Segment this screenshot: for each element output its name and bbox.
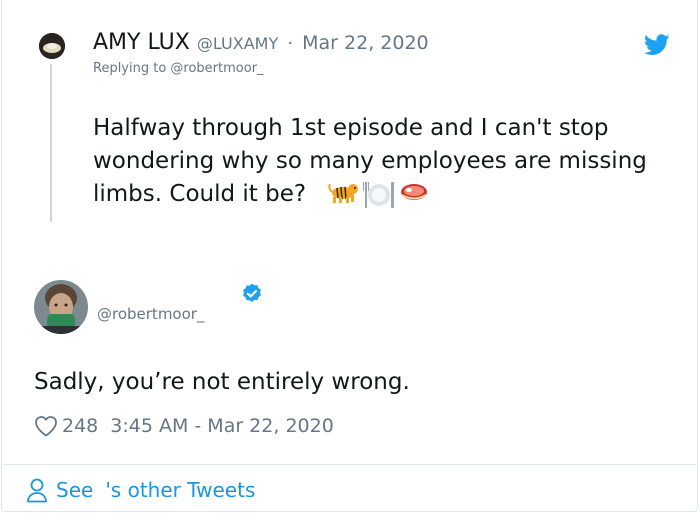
like-count[interactable]: 248	[62, 415, 98, 437]
person-icon	[27, 478, 47, 503]
reply-handle[interactable]: @LUXAMY	[197, 34, 278, 53]
see-label[interactable]: See	[56, 478, 93, 502]
reply-date[interactable]: Mar 22, 2020	[302, 32, 429, 54]
main-author-avatar[interactable]	[34, 280, 88, 334]
footer-divider	[3, 464, 696, 465]
fork-knife-plate-emoji	[363, 181, 395, 208]
reply-separator: ·	[287, 33, 294, 54]
tweet-embed-card: AMY LUX @LUXAMY · Mar 22, 2020 Replying …	[1, 0, 698, 512]
see-other-tweets-link[interactable]: See 's other Tweets	[26, 476, 255, 504]
tweet-timestamp[interactable]: 3:45 AM - Mar 22, 2020	[110, 415, 334, 437]
emoji-group	[327, 180, 429, 210]
reply-author-avatar[interactable]	[39, 33, 65, 59]
replying-to-label[interactable]: Replying to @robertmoor_	[93, 61, 264, 76]
main-handle[interactable]: @robertmoor_	[97, 305, 204, 323]
tiger-emoji	[328, 183, 359, 203]
main-tweet-text: Sadly, you’re not entirely wrong.	[34, 369, 410, 395]
heart-icon[interactable]	[34, 415, 58, 437]
reply-display-name[interactable]: AMY LUX	[93, 30, 190, 55]
twitter-bird-icon[interactable]	[644, 34, 670, 56]
reply-header: AMY LUX @LUXAMY · Mar 22, 2020	[93, 30, 429, 55]
tweet-meta: 248 3:45 AM - Mar 22, 2020	[34, 413, 334, 439]
other-tweets-label[interactable]: 's other Tweets	[105, 478, 255, 502]
reply-tweet-text: Halfway through 1st episode and I can't …	[93, 112, 673, 211]
thread-connector-line	[50, 64, 52, 222]
verified-badge-icon	[243, 283, 261, 302]
meat-emoji	[401, 183, 428, 200]
